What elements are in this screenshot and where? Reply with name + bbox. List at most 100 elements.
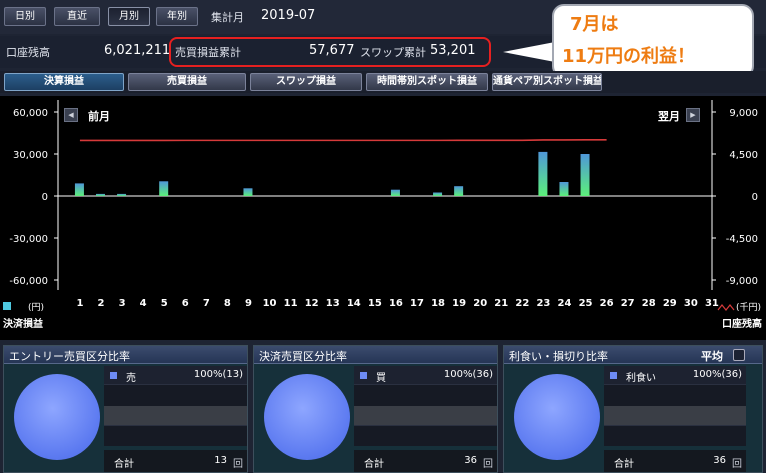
left-tick-label: 60,000	[13, 108, 48, 119]
x-tick-label: 3	[119, 298, 126, 309]
right-tick-label: -9,000	[726, 276, 758, 287]
profit-loss-ratio-panel: 利食い・損切り比率 平均 利食い 100%(36) 合計 36 回	[503, 345, 763, 473]
tab-time-spot-pl[interactable]: 時間帯別スポット損益	[366, 73, 488, 91]
x-tick-label: 25	[579, 298, 593, 309]
right-tick-label: 0	[752, 192, 758, 203]
prev-month-label[interactable]: 前月	[88, 108, 110, 124]
callout-tail	[503, 42, 555, 62]
left-tick-label: -30,000	[9, 234, 48, 245]
legend-left-name: 決済損益	[3, 317, 43, 330]
x-tick-label: 16	[389, 298, 403, 309]
average-checkbox[interactable]	[733, 349, 745, 361]
right-tick-label: 9,000	[729, 108, 758, 119]
settlement-ratio-title: 決済売買区分比率	[259, 350, 347, 363]
pl-bar	[454, 186, 464, 196]
balance-line	[79, 139, 607, 142]
x-tick-label: 29	[663, 298, 677, 309]
tab-settlement-pl[interactable]: 決算損益	[4, 73, 124, 91]
x-tick-label: 30	[684, 298, 698, 309]
pl-bar	[74, 183, 84, 196]
tab-pair-spot-pl[interactable]: 通貨ペア別スポット損益	[492, 73, 602, 91]
x-tick-label: 4	[140, 298, 147, 309]
average-label: 平均	[701, 350, 723, 363]
legend-right-name: 口座残高	[722, 317, 762, 330]
x-tick-label: 19	[452, 298, 466, 309]
x-tick-label: 12	[305, 298, 319, 309]
pl-bar	[159, 181, 169, 196]
x-tick-label: 10	[263, 298, 277, 309]
settlement-ratio-item: 買	[376, 373, 386, 384]
x-tick-label: 18	[431, 298, 445, 309]
period-button-monthly[interactable]: 月別	[108, 7, 150, 26]
total-value: 13	[214, 455, 227, 466]
x-tick-label: 11	[284, 298, 298, 309]
pl-legend-swatch-icon	[3, 302, 11, 310]
period-button-daily[interactable]: 日別	[4, 7, 46, 26]
x-tick-label: 14	[347, 298, 361, 309]
left-tick-label: 30,000	[13, 150, 48, 161]
pl-bar	[580, 154, 590, 196]
legend-swatch-icon	[360, 372, 367, 379]
total-value: 36	[713, 455, 726, 466]
total-unit: 回	[233, 459, 243, 470]
pl-bar	[433, 192, 443, 196]
legend-swatch-icon	[110, 372, 117, 379]
total-label: 合計	[614, 459, 634, 470]
profit-loss-ratio-total-row: 合計 36 回	[604, 450, 746, 472]
x-tick-label: 26	[600, 298, 614, 309]
profit-loss-ratio-pie	[514, 374, 600, 460]
x-tick-label: 23	[536, 298, 550, 309]
x-tick-label: 9	[245, 298, 252, 309]
legend-right-unit: (千円)	[736, 302, 761, 313]
x-tick-label: 1	[76, 298, 83, 309]
x-tick-label: 13	[326, 298, 340, 309]
x-tick-label: 21	[494, 298, 508, 309]
legend-left-unit: (円)	[28, 302, 44, 313]
x-tick-label: 2	[98, 298, 105, 309]
pl-bar	[243, 188, 253, 196]
swap-pl-value: 53,201	[430, 43, 476, 58]
next-month-label[interactable]: 翌月	[658, 108, 680, 124]
x-tick-label: 17	[410, 298, 424, 309]
profit-loss-ratio-item: 利食い	[626, 373, 656, 384]
profit-loss-ratio-value: 100%(36)	[692, 369, 742, 380]
right-tick-label: 4,500	[729, 150, 758, 161]
pl-bar	[390, 189, 400, 196]
settlement-ratio-pie	[264, 374, 350, 460]
settlement-ratio-total-row: 合計 36 回	[354, 450, 497, 472]
balance-value: 6,021,211	[104, 43, 171, 58]
x-tick-label: 8	[224, 298, 231, 309]
legend-swatch-icon	[610, 372, 617, 379]
x-tick-label: 24	[558, 298, 572, 309]
total-unit: 回	[732, 459, 742, 470]
profit-loss-ratio-title: 利食い・損切り比率	[509, 350, 608, 363]
balance-legend-icon	[717, 304, 735, 311]
tab-swap-pl[interactable]: スワップ損益	[250, 73, 362, 91]
settlement-ratio-value: 100%(36)	[443, 369, 493, 380]
period-button-recent[interactable]: 直近	[54, 7, 100, 26]
x-tick-label: 27	[621, 298, 635, 309]
x-tick-label: 5	[161, 298, 168, 309]
total-label: 合計	[364, 459, 384, 470]
x-tick-label: 31	[705, 298, 719, 309]
next-month-icon[interactable]: ▶	[686, 108, 700, 122]
period-button-yearly[interactable]: 年別	[156, 7, 198, 26]
total-label: 合計	[114, 459, 134, 470]
x-tick-label: 15	[368, 298, 382, 309]
pl-bar	[538, 151, 548, 196]
trade-pl-value: 57,677	[309, 43, 355, 58]
total-unit: 回	[483, 459, 493, 470]
x-tick-label: 6	[182, 298, 189, 309]
settlement-ratio-panel: 決済売買区分比率 買 100%(36) 合計 36 回	[253, 345, 498, 473]
prev-month-icon[interactable]: ◀	[64, 108, 78, 122]
entry-ratio-item: 売	[126, 373, 136, 384]
tab-trade-pl[interactable]: 売買損益	[128, 73, 246, 91]
aggregation-month: 2019-07	[261, 8, 316, 23]
balance-label: 口座残高	[6, 46, 50, 59]
trade-pl-label: 売買損益累計	[175, 46, 241, 59]
entry-ratio-total-row: 合計 13 回	[104, 450, 247, 472]
entry-ratio-pie	[14, 374, 100, 460]
callout-line-2: 11万円の利益！	[562, 46, 696, 67]
x-tick-label: 28	[642, 298, 656, 309]
swap-pl-label: スワップ累計	[360, 46, 426, 59]
